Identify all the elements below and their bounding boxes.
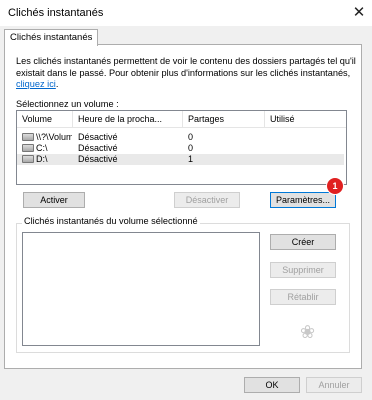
ok-button[interactable]: OK bbox=[244, 377, 300, 393]
volume-shares: 0 bbox=[188, 143, 194, 153]
volume-row-selected[interactable]: D:\ Désactivé 1 bbox=[17, 154, 344, 165]
enable-button[interactable]: Activer bbox=[23, 192, 85, 208]
volume-row[interactable]: \\?\Volume{... Désactivé 0 bbox=[17, 132, 344, 143]
volume-list[interactable]: Volume Heure de la procha... Partages Ut… bbox=[16, 110, 347, 185]
tab-shadow-copies[interactable]: Clichés instantanés bbox=[4, 29, 99, 46]
column-used[interactable]: Utilisé bbox=[265, 111, 346, 127]
step-badge: 1 bbox=[327, 178, 343, 194]
select-volume-label: Sélectionnez un volume : bbox=[16, 99, 119, 109]
delete-button[interactable]: Supprimer bbox=[270, 262, 336, 278]
window-title: Clichés instantanés bbox=[8, 7, 104, 19]
description-suffix: . bbox=[55, 79, 59, 89]
volume-name: C:\ bbox=[36, 143, 48, 153]
volume-next-run: Désactivé bbox=[78, 154, 118, 164]
watermark-icon: ❀ bbox=[300, 322, 316, 342]
volume-list-header: Volume Heure de la procha... Partages Ut… bbox=[17, 111, 346, 128]
close-icon[interactable]: ✕ bbox=[351, 3, 367, 21]
help-link[interactable]: cliquez ici bbox=[16, 79, 56, 89]
drive-icon bbox=[22, 154, 34, 163]
snapshots-list[interactable] bbox=[22, 232, 260, 346]
snapshots-group-title: Clichés instantanés du volume sélectionn… bbox=[22, 216, 200, 226]
settings-button[interactable]: Paramètres... bbox=[270, 192, 336, 208]
create-button[interactable]: Créer bbox=[270, 234, 336, 250]
restore-button[interactable]: Rétablir bbox=[270, 289, 336, 305]
drive-icon bbox=[22, 143, 34, 152]
description-text: Les clichés instantanés permettent de vo… bbox=[16, 56, 356, 91]
volume-shares: 1 bbox=[188, 154, 194, 164]
volume-row[interactable]: C:\ Désactivé 0 bbox=[17, 143, 344, 154]
volume-next-run: Désactivé bbox=[78, 132, 118, 142]
volume-shares: 0 bbox=[188, 132, 194, 142]
column-shares[interactable]: Partages bbox=[183, 111, 265, 127]
disable-button[interactable]: Désactiver bbox=[174, 192, 240, 208]
drive-icon bbox=[22, 132, 34, 141]
volume-name: \\?\Volume{... bbox=[36, 132, 72, 142]
cancel-button[interactable]: Annuler bbox=[306, 377, 362, 393]
volume-next-run: Désactivé bbox=[78, 143, 118, 153]
description-body: Les clichés instantanés permettent de vo… bbox=[16, 56, 356, 78]
column-volume[interactable]: Volume bbox=[17, 111, 73, 127]
column-next-run[interactable]: Heure de la procha... bbox=[73, 111, 183, 127]
volume-name: D:\ bbox=[36, 154, 48, 164]
